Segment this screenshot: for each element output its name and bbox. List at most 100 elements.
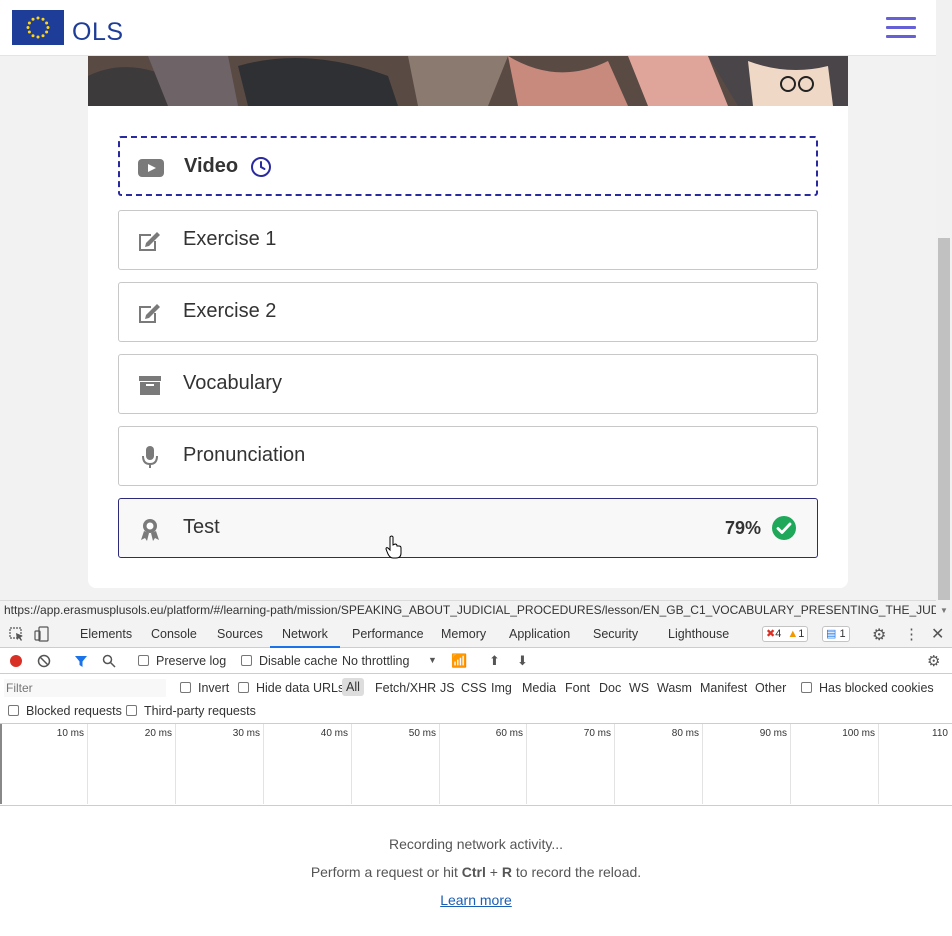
tab-performance[interactable]: Performance <box>352 627 424 641</box>
more-options-icon[interactable]: ⋮ <box>904 625 919 643</box>
filter-type-font[interactable]: Font <box>565 681 590 695</box>
lesson-item-pronunciation[interactable]: Pronunciation <box>118 426 818 486</box>
timeline-tick-label: 50 ms <box>408 728 436 739</box>
messages-counter[interactable]: ▤ 1 <box>822 626 850 642</box>
browser-status-url: https://app.erasmusplusols.eu/platform/#… <box>0 600 936 620</box>
preserve-log-label: Preserve log <box>156 654 227 668</box>
record-icon[interactable] <box>10 655 22 667</box>
filter-type-js[interactable]: JS <box>440 681 455 695</box>
has-blocked-cookies-checkbox[interactable] <box>801 682 812 693</box>
tab-security[interactable]: Security <box>593 627 638 641</box>
import-har-icon[interactable]: ⬆ <box>489 653 500 669</box>
disable-cache-checkbox[interactable] <box>241 655 252 666</box>
hand-cursor-icon <box>385 535 403 564</box>
timeline-tick-label: 10 ms <box>56 728 84 739</box>
warning-count: 1 <box>798 628 805 640</box>
network-timeline-overview[interactable]: 10 ms 20 ms 30 ms 40 ms 50 ms 60 ms 70 m… <box>0 724 952 806</box>
tab-network[interactable]: Network <box>270 627 340 648</box>
network-conditions-icon[interactable]: 📶 <box>451 653 467 669</box>
edit-icon <box>137 229 163 253</box>
tab-sources[interactable]: Sources <box>217 627 263 641</box>
lesson-illustration <box>88 56 848 106</box>
timeline-tick-label: 100 ms <box>842 728 875 739</box>
page-scrollbar-thumb[interactable] <box>938 238 950 600</box>
disable-cache-label: Disable cache <box>259 654 338 668</box>
error-icon: ✖ <box>766 628 776 640</box>
edit-icon <box>137 301 163 325</box>
youtube-icon <box>138 156 164 180</box>
filter-type-manifest[interactable]: Manifest <box>700 681 747 695</box>
close-devtools-icon[interactable]: ✕ <box>931 624 944 644</box>
filter-funnel-icon[interactable] <box>74 654 88 671</box>
archive-icon <box>137 373 163 397</box>
timeline-tick-label: 90 ms <box>759 728 787 739</box>
scroll-down-arrow-icon[interactable]: ▼ <box>940 606 948 615</box>
issues-counter[interactable]: ✖4 ▲1 <box>762 626 809 642</box>
key-r: R <box>501 864 512 880</box>
lesson-item-exercise-1[interactable]: Exercise 1 <box>118 210 818 270</box>
tab-memory[interactable]: Memory <box>441 627 486 641</box>
settings-gear-icon[interactable]: ⚙ <box>872 625 886 645</box>
warning-icon: ▲ <box>787 628 799 640</box>
search-icon[interactable] <box>102 654 116 671</box>
menu-hamburger-icon[interactable] <box>886 17 916 39</box>
site-header: OLS <box>0 0 936 56</box>
filter-type-doc[interactable]: Doc <box>599 681 621 695</box>
filter-type-css[interactable]: CSS <box>461 681 487 695</box>
device-toggle-icon[interactable] <box>34 626 50 645</box>
chevron-down-icon[interactable]: ▼ <box>428 655 437 665</box>
web-page: OLS Video Exercise 1 Exercise 2 Vocabula… <box>0 0 952 620</box>
filter-input[interactable] <box>4 679 166 697</box>
hide-data-urls-checkbox[interactable] <box>238 682 249 693</box>
reload-hint-text: Perform a request or hit <box>310 864 462 880</box>
network-settings-gear-icon[interactable]: ⚙ <box>927 652 940 670</box>
third-party-checkbox[interactable] <box>126 705 137 716</box>
lesson-item-label: Test <box>183 516 220 538</box>
learn-more-link[interactable]: Learn more <box>440 892 512 908</box>
clear-icon[interactable] <box>37 654 51 671</box>
lesson-item-label: Exercise 1 <box>183 228 277 250</box>
filter-type-fetch-xhr[interactable]: Fetch/XHR <box>375 681 436 695</box>
invert-checkbox[interactable] <box>180 682 191 693</box>
tab-lighthouse[interactable]: Lighthouse <box>668 627 729 641</box>
has-blocked-cookies-label: Has blocked cookies <box>819 681 934 695</box>
lesson-item-test[interactable]: Test 79% <box>118 498 818 559</box>
lesson-item-label: Video <box>184 155 239 177</box>
blocked-requests-label: Blocked requests <box>26 704 122 718</box>
filter-type-media[interactable]: Media <box>522 681 556 695</box>
throttling-select[interactable]: No throttling <box>342 654 409 668</box>
lesson-item-video[interactable]: Video <box>118 136 818 196</box>
blocked-requests-checkbox[interactable] <box>8 705 19 716</box>
error-count: 4 <box>775 628 782 640</box>
tab-elements[interactable]: Elements <box>80 627 132 641</box>
timeline-tick-label: 20 ms <box>144 728 172 739</box>
devtools-panel: Elements Console Sources Network Perform… <box>0 620 952 936</box>
test-score: 79% <box>724 518 761 538</box>
tab-console[interactable]: Console <box>151 627 197 641</box>
lesson-item-label: Vocabulary <box>183 372 282 394</box>
filter-type-all[interactable]: All <box>342 678 364 696</box>
filter-type-ws[interactable]: WS <box>629 681 649 695</box>
eu-flag-logo[interactable] <box>12 10 64 45</box>
key-plus: + <box>485 864 502 880</box>
lesson-card: Video Exercise 1 Exercise 2 Vocabulary P… <box>88 106 848 588</box>
hide-data-urls-label: Hide data URLs <box>256 681 345 695</box>
inspect-element-icon[interactable] <box>9 627 25 645</box>
network-toolbar: Preserve log Disable cache No throttling… <box>0 648 952 674</box>
lesson-item-exercise-2[interactable]: Exercise 2 <box>118 282 818 342</box>
filter-type-img[interactable]: Img <box>491 681 512 695</box>
timeline-tick-label: 110 <box>932 728 948 739</box>
preserve-log-checkbox[interactable] <box>138 655 149 666</box>
lesson-item-label: Pronunciation <box>183 444 306 466</box>
timeline-tick-label: 80 ms <box>671 728 699 739</box>
export-har-icon[interactable]: ⬇ <box>517 653 528 669</box>
invert-label: Invert <box>198 681 230 695</box>
clock-icon <box>250 156 272 178</box>
tab-application[interactable]: Application <box>509 627 570 641</box>
filter-type-wasm[interactable]: Wasm <box>657 681 692 695</box>
timeline-tick-label: 60 ms <box>495 728 523 739</box>
lesson-item-vocabulary[interactable]: Vocabulary <box>118 354 818 414</box>
ols-logo-text[interactable]: OLS <box>72 18 124 47</box>
key-ctrl: Ctrl <box>461 864 486 880</box>
filter-type-other[interactable]: Other <box>755 681 786 695</box>
